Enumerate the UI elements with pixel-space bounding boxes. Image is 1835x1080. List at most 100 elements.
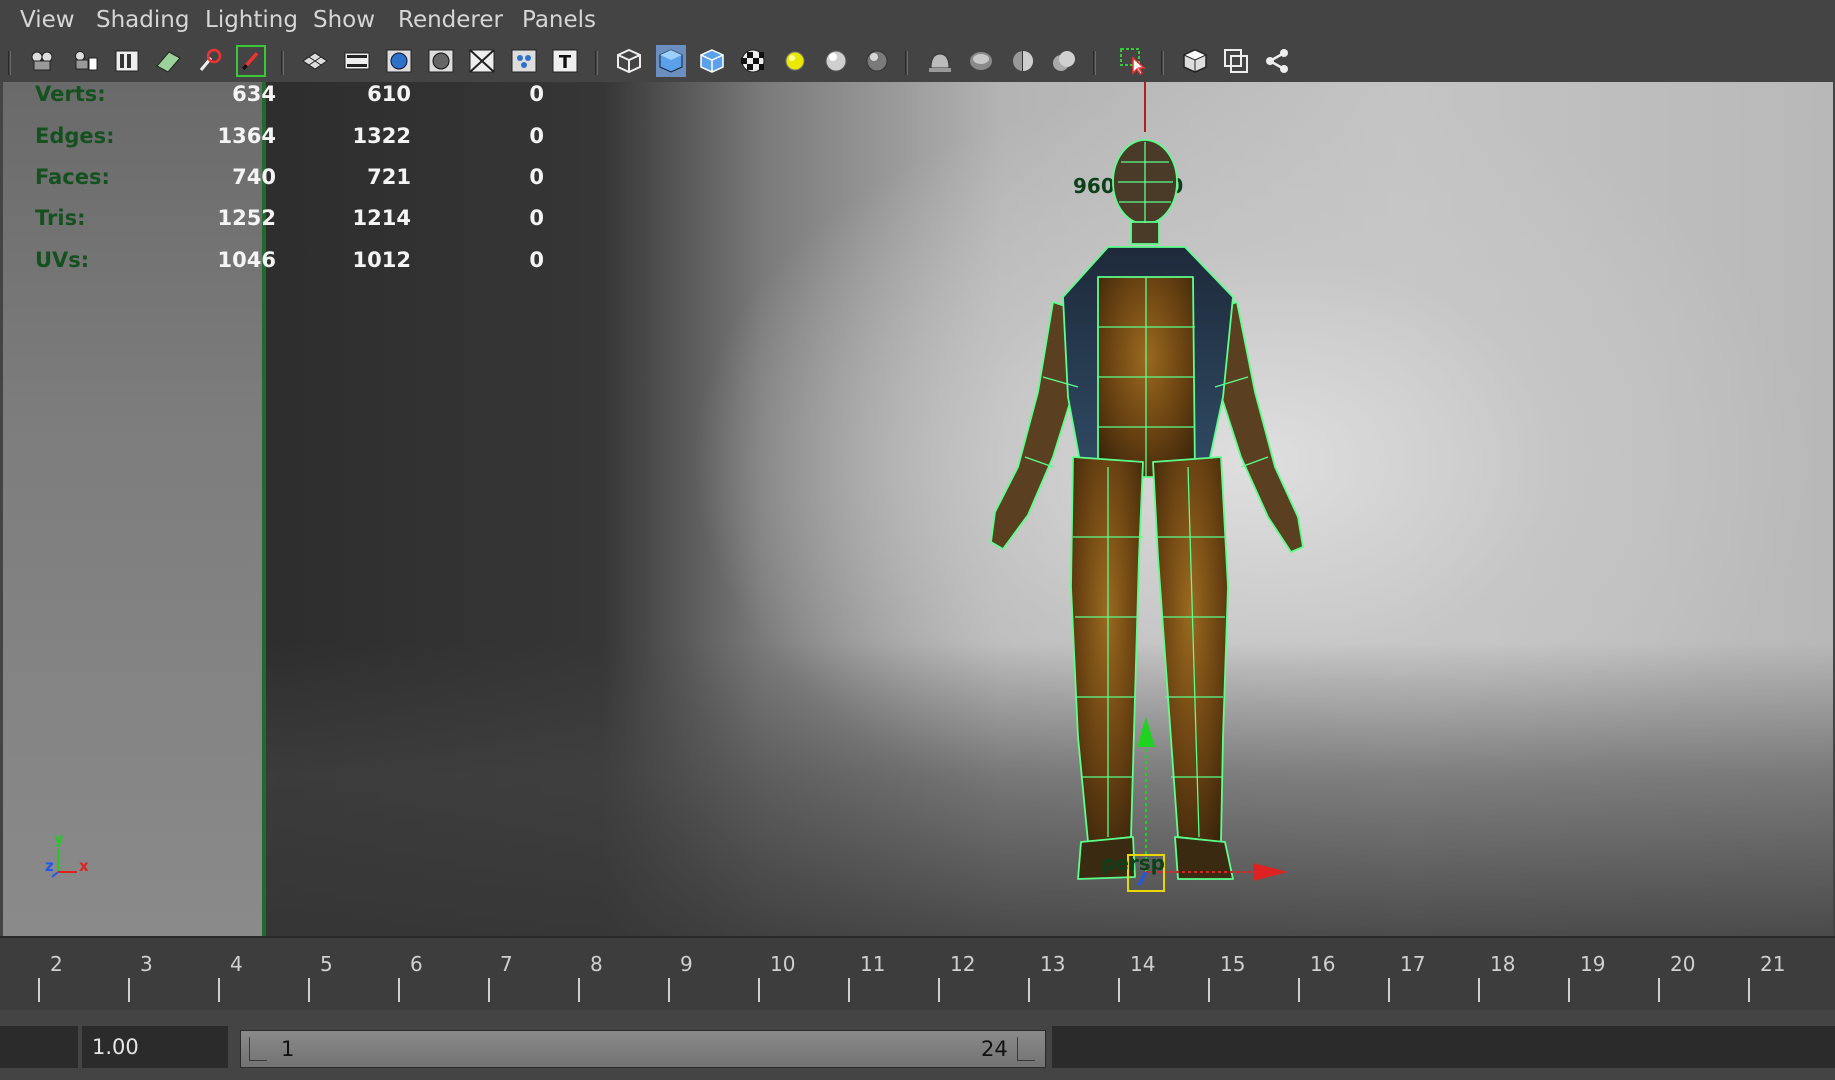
axis-z-label: z	[45, 857, 54, 875]
menu-renderer[interactable]: Renderer	[398, 7, 503, 33]
depth-of-field-icon[interactable]	[1008, 45, 1038, 77]
timeline-tick-label: 3	[140, 952, 153, 976]
playback-start-field[interactable]: 1.00	[82, 1026, 228, 1068]
timeline-tick	[1748, 978, 1750, 1002]
timeline-tick	[1658, 978, 1660, 1002]
multisample-aa-icon[interactable]	[966, 45, 996, 77]
timeline-tick	[1208, 978, 1210, 1002]
timeline-tick	[398, 978, 400, 1002]
timeline-tick	[308, 978, 310, 1002]
timeline-tick	[488, 978, 490, 1002]
image-plane-icon[interactable]	[153, 45, 183, 77]
resolution-gate-icon[interactable]	[384, 45, 414, 77]
animation-start-field[interactable]	[0, 1026, 78, 1068]
hud-value: 1322	[352, 124, 411, 148]
range-start-value: 1	[281, 1037, 295, 1061]
grid-icon[interactable]	[300, 45, 330, 77]
toolbar-separator	[1093, 51, 1096, 75]
hud-label-faces: Faces:	[35, 165, 110, 189]
svg-text:T: T	[559, 52, 572, 73]
timeline-tick-label: 7	[500, 952, 513, 976]
shadows-icon[interactable]	[821, 45, 851, 77]
hud-value: 0	[529, 248, 544, 272]
toolbar-separator	[905, 51, 908, 75]
hud-value: 1252	[217, 206, 276, 230]
perspective-viewport[interactable]: Verts: 634 610 0 Edges: 1364 1322 0 Face…	[3, 82, 1833, 936]
timeline-tick-label: 16	[1310, 952, 1336, 976]
wireframe-on-shaded-icon[interactable]	[697, 45, 727, 77]
grease-pencil-icon[interactable]	[236, 45, 266, 77]
textured-icon[interactable]	[738, 45, 768, 77]
timeline-tick	[578, 978, 580, 1002]
timeline-tick	[848, 978, 850, 1002]
xray-icon[interactable]	[1180, 45, 1210, 77]
hardware-fog-icon[interactable]	[1049, 45, 1079, 77]
menu-panels[interactable]: Panels	[522, 7, 596, 33]
menu-lighting[interactable]: Lighting	[205, 7, 298, 33]
timeline-tick	[1298, 978, 1300, 1002]
timeline-tick-label: 12	[950, 952, 976, 976]
xray-active-components-icon[interactable]	[1221, 45, 1251, 77]
timeline-tick-label: 4	[230, 952, 243, 976]
timeline-tick-label: 20	[1670, 952, 1696, 976]
axis-x-label: x	[79, 857, 89, 875]
toolbar-separator	[8, 51, 11, 75]
hud-label-verts: Verts:	[35, 82, 106, 106]
range-slider-track[interactable]: 1 24	[240, 1030, 1046, 1068]
timeline-tick-label: 5	[320, 952, 333, 976]
smooth-shade-icon[interactable]	[656, 45, 686, 77]
timeline-tick	[128, 978, 130, 1002]
range-start-handle[interactable]	[249, 1037, 267, 1061]
time-slider[interactable]: 2 3 4 5 6 7 8 9 10 11 12 13 14 15 16 17 18 19 20 21	[0, 936, 1835, 1012]
hud-value: 0	[529, 124, 544, 148]
menu-view[interactable]: View	[20, 7, 75, 33]
timeline-tick-label: 18	[1490, 952, 1516, 976]
timeline-tick	[938, 978, 940, 1002]
hud-value: 1012	[352, 248, 411, 272]
hud-value: 1364	[217, 124, 276, 148]
hud-label-uvs: UVs:	[35, 248, 90, 272]
timeline-tick-label: 14	[1130, 952, 1156, 976]
isolate-select-icon[interactable]	[1118, 45, 1148, 77]
hud-label-tris: Tris:	[35, 206, 86, 230]
2d-pan-zoom-icon[interactable]	[195, 45, 225, 77]
motion-blur-icon[interactable]	[925, 45, 955, 77]
menu-shading[interactable]: Shading	[96, 7, 189, 33]
use-all-lights-icon[interactable]	[780, 45, 810, 77]
hud-label-edges: Edges:	[35, 124, 115, 148]
timeline-tick-label: 8	[590, 952, 603, 976]
resolution-gate-marker	[1144, 82, 1146, 132]
gate-mask-icon[interactable]	[426, 45, 456, 77]
character-mesh[interactable]: persp	[903, 137, 1383, 936]
field-chart-icon[interactable]	[467, 45, 497, 77]
toolbar-separator	[595, 51, 598, 75]
timeline-tick-label: 10	[770, 952, 796, 976]
safe-title-icon[interactable]: T	[550, 45, 580, 77]
timeline-tick-label: 13	[1040, 952, 1066, 976]
hud-value: 0	[529, 206, 544, 230]
screen-space-ao-icon[interactable]	[862, 45, 892, 77]
range-end-handle[interactable]	[1017, 1037, 1035, 1061]
bookmarks-icon[interactable]	[112, 45, 142, 77]
camera-attributes-icon[interactable]	[70, 45, 100, 77]
axis-y-label: y	[54, 830, 64, 848]
camera-select-icon[interactable]	[28, 45, 58, 77]
hud-value: 634	[232, 82, 276, 106]
timeline-tick	[1118, 978, 1120, 1002]
timeline-tick	[218, 978, 220, 1002]
menu-show[interactable]: Show	[313, 7, 375, 33]
animation-end-field[interactable]	[1052, 1026, 1835, 1068]
hud-value: 1046	[217, 248, 276, 272]
timeline-tick-label: 6	[410, 952, 423, 976]
hud-value: 0	[529, 165, 544, 189]
timeline-tick-label: 15	[1220, 952, 1246, 976]
range-end-value: 24	[981, 1037, 1008, 1061]
safe-action-icon[interactable]	[509, 45, 539, 77]
wireframe-icon[interactable]	[614, 45, 644, 77]
toolbar-separator	[1161, 51, 1164, 75]
timeline-tick	[1478, 978, 1480, 1002]
xray-joints-icon[interactable]	[1262, 45, 1292, 77]
timeline-tick	[758, 978, 760, 1002]
timeline-tick-label: 19	[1580, 952, 1606, 976]
film-gate-icon[interactable]	[342, 45, 372, 77]
